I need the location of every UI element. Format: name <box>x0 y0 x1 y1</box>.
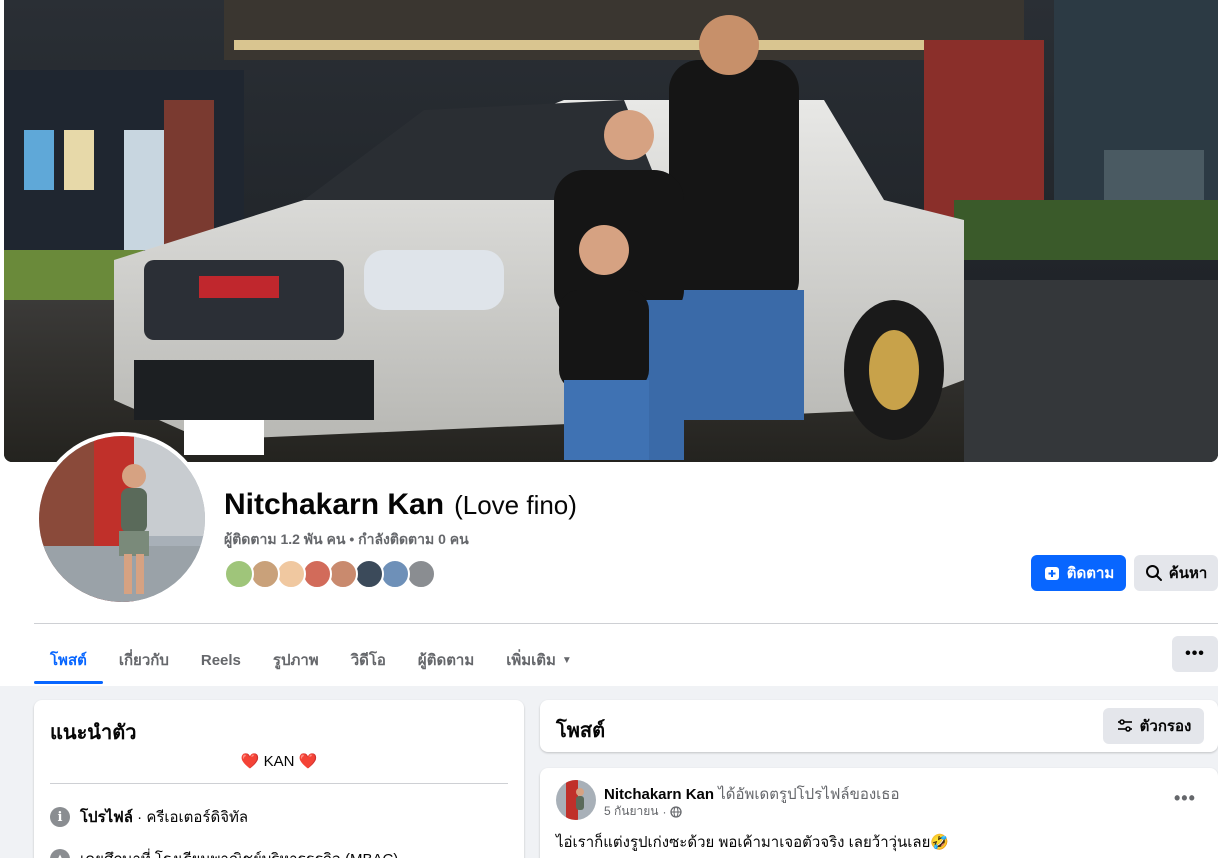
profile-avatar <box>39 436 205 602</box>
search-icon <box>1145 565 1162 581</box>
profile-tabs: โพสต์ เกี่ยวกับ Reels รูปภาพ วิดีโอ ผู้ต… <box>34 636 588 684</box>
intro-row-value[interactable]: เคยศึกษาที่ โรงเรียนพาณิชย์บริหารธุรกิจ … <box>80 847 398 858</box>
post-date[interactable]: 5 กันยายน <box>604 802 658 821</box>
tab-label: เพิ่มเติม <box>506 652 556 669</box>
info-icon: i <box>50 807 70 827</box>
caret-down-icon: ▼ <box>561 654 572 666</box>
intro-divider <box>50 783 508 784</box>
follow-button-label: ติดตาม <box>1066 565 1115 582</box>
filter-icon <box>1117 719 1132 732</box>
follower-avatar[interactable] <box>406 559 436 589</box>
tab-label: Reels <box>200 651 241 669</box>
tab-label: เกี่ยวกับ <box>118 652 169 669</box>
search-button-label: ค้นหา <box>1168 565 1208 582</box>
intro-row-label: โปรไฟล์ <box>80 809 133 826</box>
follower-avatar[interactable] <box>380 559 410 589</box>
follower-avatar[interactable] <box>250 559 280 589</box>
followers-count[interactable]: ผู้ติดตาม 1.2 พัน คน • กำลังติดตาม 0 คน <box>224 529 469 551</box>
tab-label: รูปภาพ <box>272 652 319 669</box>
post-text: ไอ่เราก็แต่งรูปเก่งซะด้วย พอเค้ามาเจอตัว… <box>556 834 950 851</box>
education-icon: ▲ <box>50 849 70 858</box>
tab-photos[interactable]: รูปภาพ <box>257 636 335 684</box>
post-action: ได้อัพเดตรูปโปรไฟล์ของเธอ <box>718 786 900 803</box>
tab-label: โพสต์ <box>50 652 87 669</box>
header-divider <box>34 623 1218 624</box>
tab-reels[interactable]: Reels <box>185 636 257 684</box>
post-meta-separator: · <box>662 804 667 819</box>
more-options-button[interactable]: ••• <box>1172 636 1218 672</box>
post-card: Nitchakarn Kan ได้อัพเดตรูปโปรไฟล์ของเธอ… <box>540 768 1218 858</box>
post-author-name[interactable]: Nitchakarn Kan <box>604 786 714 803</box>
profile-name: Nitchakarn Kan <box>224 488 445 521</box>
follower-avatar[interactable] <box>276 559 306 589</box>
globe-icon <box>670 805 683 818</box>
tab-followers[interactable]: ผู้ติดตาม <box>402 636 490 684</box>
follower-avatar[interactable] <box>328 559 358 589</box>
cover-photo[interactable] <box>4 0 1218 462</box>
follow-button[interactable]: ติดตาม <box>1031 555 1126 591</box>
filter-button-label: ตัวกรอง <box>1139 718 1192 735</box>
profile-name-row: Nitchakarn Kan (Love fino) <box>224 488 577 522</box>
follower-avatar[interactable] <box>224 559 254 589</box>
tab-about[interactable]: เกี่ยวกับ <box>103 636 185 684</box>
post-options-button[interactable]: ••• <box>1174 788 1196 809</box>
follower-avatars[interactable] <box>224 559 436 589</box>
search-button[interactable]: ค้นหา <box>1134 555 1218 591</box>
tab-more[interactable]: เพิ่มเติม ▼ <box>490 636 588 684</box>
tab-videos[interactable]: วิดีโอ <box>335 636 402 684</box>
follower-avatar[interactable] <box>354 559 384 589</box>
intro-row-education: ▲ เคยศึกษาที่ โรงเรียนพาณิชย์บริหารธุรกิ… <box>50 847 398 858</box>
intro-row-value: · ครีเอเตอร์ดิจิทัล <box>133 809 249 826</box>
filter-button[interactable]: ตัวกรอง <box>1103 708 1204 744</box>
intro-title: แนะนำตัว <box>50 722 137 744</box>
intro-row-profile: i โปรไฟล์ · ครีเอเตอร์ดิจิทัล <box>50 805 248 829</box>
intro-card: แนะนำตัว ❤️ KAN ❤️ i โปรไฟล์ · ครีเอเตอร… <box>34 700 524 858</box>
posts-title: โพสต์ <box>556 720 606 742</box>
follower-avatar[interactable] <box>302 559 332 589</box>
posts-header-card: โพสต์ ตัวกรอง <box>540 700 1218 752</box>
cover-photo-image <box>4 0 1218 462</box>
profile-alternate-name: (Love fino) <box>454 490 577 520</box>
profile-picture[interactable] <box>35 432 209 606</box>
post-meta: 5 กันยายน · <box>604 802 683 821</box>
tab-label: ผู้ติดตาม <box>417 652 475 669</box>
follow-icon <box>1044 567 1059 580</box>
tab-posts[interactable]: โพสต์ <box>34 636 103 684</box>
intro-bio: ❤️ KAN ❤️ <box>240 753 318 770</box>
post-author-avatar[interactable] <box>556 780 596 820</box>
tab-label: วิดีโอ <box>350 652 386 669</box>
